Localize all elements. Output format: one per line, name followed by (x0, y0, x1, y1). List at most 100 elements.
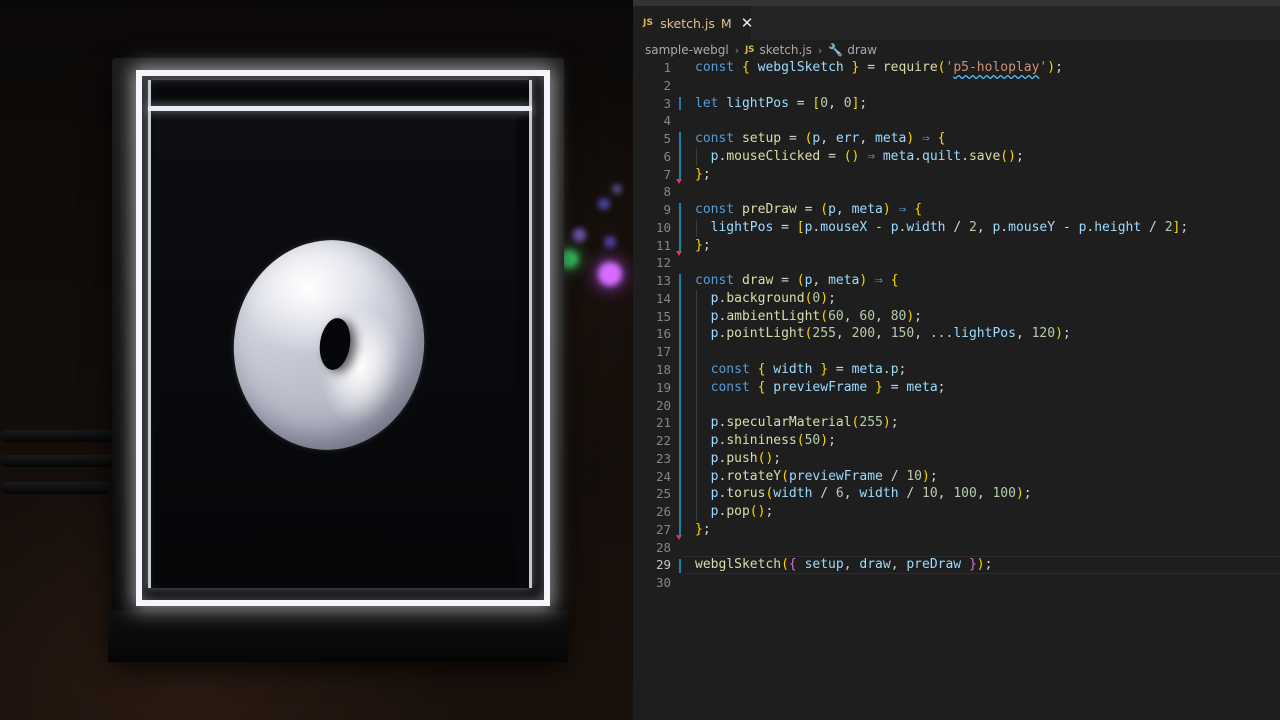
code-line[interactable]: 23 p.push(); (633, 450, 1280, 468)
code-text: p.background(0); (710, 290, 836, 306)
line-number: 29 (655, 557, 671, 573)
code-line[interactable]: 8 (633, 183, 1280, 201)
code-text: const { webglSketch } = require('p5-holo… (695, 60, 1063, 75)
line-number: 6 (663, 148, 671, 164)
bokeh-light (572, 228, 586, 242)
code-line[interactable]: 6 p.mouseClicked = () ⇒ meta.quilt.save(… (633, 148, 1280, 166)
line-number: 2 (663, 77, 671, 93)
line-number: 16 (655, 326, 671, 342)
code-text: let lightPos = [0, 0]; (695, 95, 868, 111)
line-number: 24 (655, 468, 671, 484)
modified-line-marker[interactable] (679, 558, 681, 573)
code-line[interactable]: 17 (633, 343, 1280, 361)
code-line[interactable]: 12 (633, 254, 1280, 272)
code-text: p.torus(width / 6, width / 10, 100, 100)… (710, 486, 1032, 502)
code-line[interactable]: 4 (633, 112, 1280, 130)
line-number: 28 (655, 539, 671, 555)
line-number: 17 (655, 344, 671, 360)
line-number: 7 (663, 166, 671, 182)
code-text: }; (695, 237, 711, 253)
code-line[interactable]: 24 p.rotateY(previewFrame / 10); (633, 468, 1280, 486)
display-base (108, 610, 568, 662)
code-line[interactable]: 16 p.pointLight(255, 200, 150, ...lightP… (633, 325, 1280, 343)
line-number: 10 (655, 219, 671, 235)
bokeh-light (598, 262, 622, 286)
chevron-right-icon: › (734, 43, 740, 57)
deleted-line-marker[interactable] (676, 179, 682, 185)
modified-line-marker[interactable] (679, 96, 681, 111)
deleted-line-marker[interactable] (676, 250, 682, 256)
line-number: 13 (655, 273, 671, 289)
code-line[interactable]: 30 (633, 574, 1280, 592)
line-number: 26 (655, 504, 671, 520)
code-line[interactable]: 20 (633, 397, 1280, 415)
code-line[interactable]: 18 const { width } = meta.p; (633, 361, 1280, 379)
line-number: 14 (655, 290, 671, 306)
code-text: lightPos = [p.mouseX - p.width / 2, p.mo… (710, 219, 1189, 235)
indent-guide (696, 219, 697, 237)
code-line[interactable]: 22 p.shininess(50); (633, 432, 1280, 450)
code-editor: JS sketch.js M ✕ sample-webgl › JS sketc… (633, 0, 1280, 720)
code-line[interactable]: 10 lightPos = [p.mouseX - p.width / 2, p… (633, 219, 1280, 237)
code-line[interactable]: 15 p.ambientLight(60, 60, 80); (633, 308, 1280, 326)
line-number: 15 (655, 308, 671, 324)
code-text: const preDraw = (p, meta) ⇒ { (695, 202, 923, 218)
javascript-file-icon: JS (745, 45, 755, 55)
cable (0, 482, 110, 494)
code-area[interactable]: 1 const { webglSketch } = require('p5-hol… (633, 59, 1280, 592)
tab-bar: JS sketch.js M ✕ (633, 0, 1280, 40)
line-number: 3 (663, 95, 671, 111)
device-photo (0, 0, 633, 720)
code-line[interactable]: 11}; (633, 237, 1280, 255)
code-line[interactable]: 27}; (633, 521, 1280, 539)
code-text: webglSketch({ setup, draw, preDraw }); (695, 557, 993, 573)
cable (0, 455, 120, 467)
line-number: 12 (655, 255, 671, 271)
line-number: 1 (663, 60, 671, 75)
code-text: p.mouseClicked = () ⇒ meta.quilt.save(); (710, 148, 1024, 164)
modified-line-marker[interactable] (679, 274, 681, 538)
modified-line-marker[interactable] (679, 203, 681, 253)
code-text: p.pointLight(255, 200, 150, ...lightPos,… (710, 326, 1071, 342)
code-line[interactable]: 2 (633, 77, 1280, 95)
line-number: 5 (663, 131, 671, 147)
breadcrumb: sample-webgl › JS sketch.js › 🔧 draw (645, 41, 877, 59)
bokeh-light (598, 198, 610, 210)
code-line[interactable]: 1 const { webglSketch } = require('p5-hol… (633, 59, 1280, 77)
code-line[interactable]: 7}; (633, 166, 1280, 184)
close-icon[interactable]: ✕ (741, 15, 754, 31)
deleted-line-marker[interactable] (676, 535, 682, 541)
breadcrumb-folder[interactable]: sample-webgl (645, 43, 729, 57)
code-line[interactable]: 13 const draw = (p, meta) ⇒ { (633, 272, 1280, 290)
code-line[interactable]: 28 (633, 539, 1280, 557)
code-line[interactable]: 25 p.torus(width / 6, width / 10, 100, 1… (633, 485, 1280, 503)
code-line[interactable]: 14 p.background(0); (633, 290, 1280, 308)
breadcrumb-symbol[interactable]: draw (847, 43, 877, 57)
chevron-right-icon: › (817, 43, 823, 57)
modified-status: M (720, 15, 732, 31)
code-line[interactable]: 5 const setup = (p, err, meta) ⇒ { (633, 130, 1280, 148)
breadcrumb-file[interactable]: sketch.js (759, 43, 811, 57)
tab-filename: sketch.js (660, 15, 715, 31)
code-text: }; (695, 521, 711, 537)
modified-line-marker[interactable] (679, 132, 681, 182)
tab-sketch-js[interactable]: JS sketch.js M ✕ (633, 6, 754, 40)
code-text: }; (695, 166, 711, 182)
line-number: 30 (655, 575, 671, 591)
line-number: 18 (655, 362, 671, 378)
code-line[interactable]: 3 let lightPos = [0, 0]; (633, 95, 1280, 113)
code-line[interactable]: 9 const preDraw = (p, meta) ⇒ { (633, 201, 1280, 219)
code-text: p.rotateY(previewFrame / 10); (710, 468, 938, 484)
line-number: 11 (655, 237, 671, 253)
indent-guide (696, 290, 697, 522)
code-line[interactable]: 26 p.pop(); (633, 503, 1280, 521)
javascript-file-icon: JS (643, 18, 654, 28)
line-number: 25 (655, 486, 671, 502)
code-line[interactable]: 21 p.specularMaterial(255); (633, 414, 1280, 432)
wrench-icon: 🔧 (828, 43, 844, 57)
line-number: 9 (663, 202, 671, 218)
line-number: 22 (655, 433, 671, 449)
code-line[interactable]: 29 webglSketch({ setup, draw, preDraw }); (633, 556, 1280, 575)
code-line[interactable]: 19 const { previewFrame } = meta; (633, 379, 1280, 397)
line-number: 27 (655, 521, 671, 537)
